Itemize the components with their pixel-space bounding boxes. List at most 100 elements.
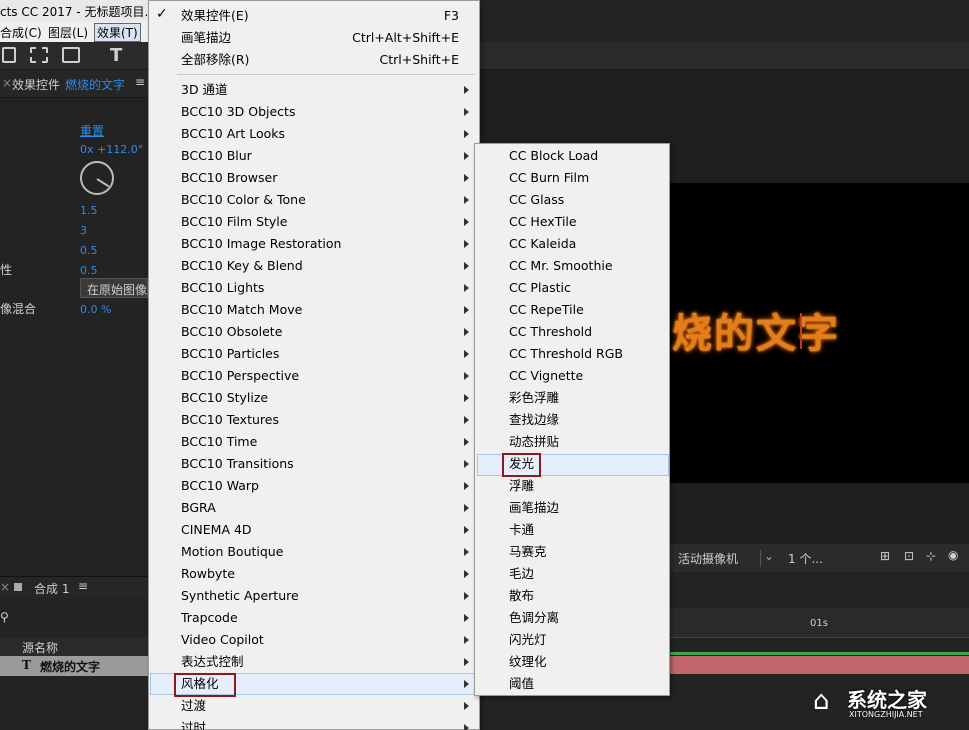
stylize-item[interactable]: CC Block Load xyxy=(509,145,598,167)
stylize-item[interactable]: CC RepeTile xyxy=(509,299,584,321)
menu-item-submenu[interactable]: CINEMA 4D xyxy=(181,519,252,541)
menu-item-submenu[interactable]: Motion Boutique xyxy=(181,541,283,563)
menu-effect[interactable]: 效果(T) xyxy=(94,23,141,42)
stylize-item[interactable]: 马赛克 xyxy=(509,541,547,563)
menu-item-submenu[interactable]: BCC10 Transitions xyxy=(181,453,294,475)
timeline-tab[interactable]: 合成 1 xyxy=(34,580,69,597)
submenu-arrow-icon xyxy=(464,86,469,94)
work-area-bar[interactable] xyxy=(668,652,969,655)
search-icon[interactable]: ⚲ xyxy=(0,610,9,624)
submenu-arrow-icon xyxy=(464,526,469,534)
panel-menu-icon[interactable]: ≡ xyxy=(135,75,145,89)
menu-item-submenu[interactable]: BCC10 Warp xyxy=(181,475,259,497)
param-value-2[interactable]: 3 xyxy=(80,224,87,237)
submenu-arrow-icon xyxy=(464,152,469,160)
menu-item-submenu[interactable]: Rowbyte xyxy=(181,563,235,585)
stylize-item[interactable]: 阈值 xyxy=(509,673,534,695)
menu-item-submenu[interactable]: BCC10 Obsolete xyxy=(181,321,282,343)
menu-item-submenu[interactable]: Video Copilot xyxy=(181,629,264,651)
type-tool-icon[interactable]: T xyxy=(110,45,122,66)
layer-duration-bar[interactable] xyxy=(668,656,969,674)
watermark-brand: 系统之家 xyxy=(847,688,927,712)
menu-item-effect-controls[interactable]: 效果控件(E) xyxy=(181,5,249,27)
menu-item-submenu[interactable]: Synthetic Aperture xyxy=(181,585,299,607)
menu-item-submenu[interactable]: BCC10 Particles xyxy=(181,343,279,365)
stylize-item[interactable]: 纹理化 xyxy=(509,651,547,673)
network-icon[interactable]: ⊹ xyxy=(926,549,936,563)
effect-menu: ✓ 效果控件(E) F3 画笔描边 Ctrl+Alt+Shift+E 全部移除(… xyxy=(148,0,480,730)
menu-item-submenu[interactable]: 表达式控制 xyxy=(181,651,244,673)
menu-item-submenu[interactable]: BCC10 Color & Tone xyxy=(181,189,306,211)
reset-exposure-icon[interactable]: ◉ xyxy=(948,548,958,562)
param-value-1[interactable]: 1.5 xyxy=(80,204,98,217)
angle-value[interactable]: 0x +112.0° xyxy=(80,143,143,156)
stylize-item[interactable]: CC Burn Film xyxy=(509,167,589,189)
stylize-item[interactable]: CC Kaleida xyxy=(509,233,576,255)
menu-item-submenu[interactable]: BCC10 Lights xyxy=(181,277,264,299)
menu-item-submenu[interactable]: BCC10 Browser xyxy=(181,167,277,189)
menu-item-submenu[interactable]: BCC10 Stylize xyxy=(181,387,268,409)
menu-item-submenu[interactable]: BCC10 Film Style xyxy=(181,211,287,233)
stylize-item[interactable]: CC Mr. Smoothie xyxy=(509,255,613,277)
composition-viewer[interactable]: 烧的文字 xyxy=(668,183,969,483)
close-icon[interactable]: × xyxy=(2,76,12,90)
stylize-item[interactable]: 散布 xyxy=(509,585,534,607)
camera-select[interactable]: 活动摄像机 xyxy=(678,550,762,567)
stylize-item[interactable]: CC Threshold xyxy=(509,321,592,343)
pan-behind-tool-icon[interactable] xyxy=(30,47,48,63)
menu-item-submenu[interactable]: 过渡 xyxy=(181,695,206,717)
menu-composition[interactable]: 合成(C) xyxy=(0,24,42,41)
menu-item-submenu[interactable]: BCC10 3D Objects xyxy=(181,101,295,123)
stylize-item[interactable]: 浮雕 xyxy=(509,475,534,497)
close-icon[interactable]: × xyxy=(0,580,10,594)
menu-item-submenu[interactable]: 过时 xyxy=(181,717,206,730)
camera-tool-icon[interactable] xyxy=(2,47,16,63)
stylize-item[interactable]: 色调分离 xyxy=(509,607,559,629)
stylize-item[interactable]: 闪光灯 xyxy=(509,629,547,651)
reset-link[interactable]: 重置 xyxy=(80,122,104,139)
param-value-4[interactable]: 0.5 xyxy=(80,264,98,277)
param-value-3[interactable]: 0.5 xyxy=(80,244,98,257)
rectangle-tool-icon[interactable] xyxy=(62,47,80,63)
stylize-item[interactable]: CC Threshold RGB xyxy=(509,343,623,365)
stylize-item[interactable]: 动态拼贴 xyxy=(509,431,559,453)
angle-dial[interactable] xyxy=(80,161,114,195)
stylize-item[interactable]: 彩色浮雕 xyxy=(509,387,559,409)
blend-value[interactable]: 0.0 % xyxy=(80,303,111,316)
menu-item-submenu[interactable]: Trapcode xyxy=(181,607,238,629)
menu-item-submenu[interactable]: 3D 通道 xyxy=(181,79,228,101)
menu-item-submenu[interactable]: 风格化 xyxy=(181,673,219,695)
menu-item-submenu[interactable]: BCC10 Art Looks xyxy=(181,123,285,145)
panel-title[interactable]: 效果控件 xyxy=(12,76,60,93)
anchor-point-icon[interactable] xyxy=(800,313,810,349)
menu-item-submenu[interactable]: BCC10 Textures xyxy=(181,409,279,431)
stylize-item[interactable]: 毛边 xyxy=(509,563,534,585)
menu-item-submenu[interactable]: BCC10 Blur xyxy=(181,145,252,167)
render-icon[interactable]: ⊡ xyxy=(904,549,914,563)
stylize-item[interactable]: CC HexTile xyxy=(509,211,577,233)
stylize-item[interactable]: 查找边缘 xyxy=(509,409,559,431)
stylize-item[interactable]: 画笔描边 xyxy=(509,497,559,519)
menu-item-submenu[interactable]: BGRA xyxy=(181,497,216,519)
time-ruler[interactable]: 01s xyxy=(668,608,969,638)
timeline-search[interactable]: ⚲ xyxy=(0,604,148,634)
layer-row[interactable]: T 燃烧的文字 xyxy=(0,656,148,676)
watermark: ⌂ 系统之家 XITONGZHIJIA.NET xyxy=(813,682,963,724)
stylize-item[interactable]: 卡通 xyxy=(509,519,534,541)
grid-icon[interactable]: ⊞ xyxy=(880,549,890,563)
menu-item-submenu[interactable]: BCC10 Match Move xyxy=(181,299,302,321)
stylize-item[interactable]: CC Vignette xyxy=(509,365,583,387)
panel-menu-icon[interactable]: ≡ xyxy=(78,579,88,593)
composite-dropdown[interactable]: 在原始图像 xyxy=(80,278,148,298)
menu-item-submenu[interactable]: BCC10 Key & Blend xyxy=(181,255,303,277)
menu-item-brush-stroke[interactable]: 画笔描边 xyxy=(181,27,231,49)
menu-item-submenu[interactable]: BCC10 Perspective xyxy=(181,365,299,387)
menu-layer[interactable]: 图层(L) xyxy=(48,24,88,41)
stylize-item[interactable]: CC Plastic xyxy=(509,277,571,299)
menu-item-submenu[interactable]: BCC10 Image Restoration xyxy=(181,233,341,255)
menu-item-remove-all[interactable]: 全部移除(R) xyxy=(181,49,249,71)
stylize-item[interactable]: 发光 xyxy=(509,453,534,475)
views-select[interactable]: 1 个... xyxy=(788,550,823,567)
menu-item-submenu[interactable]: BCC10 Time xyxy=(181,431,257,453)
stylize-item[interactable]: CC Glass xyxy=(509,189,564,211)
